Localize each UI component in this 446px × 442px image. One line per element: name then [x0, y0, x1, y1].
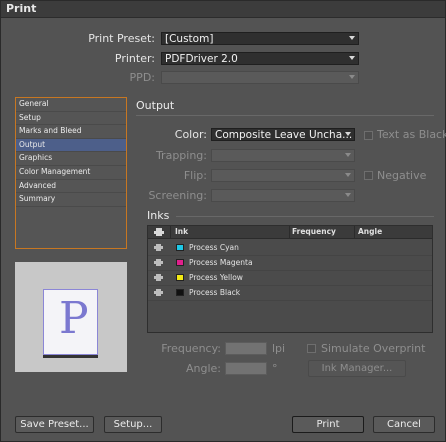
ink-swatch — [176, 259, 184, 266]
column-separator — [289, 226, 290, 238]
negative-checkbox — [364, 171, 373, 180]
chevron-down-icon — [345, 173, 351, 177]
inks-table-header: Ink Frequency Angle — [148, 226, 432, 239]
ink-name: Process Yellow — [189, 273, 243, 282]
frequency-unit: lpi — [272, 342, 286, 355]
screening-dropdown — [211, 189, 355, 202]
ink-name: Process Black — [189, 288, 241, 297]
angle-field — [225, 362, 267, 375]
ppd-label: PPD: — [129, 71, 155, 84]
printer-icon — [154, 244, 163, 251]
save-preset-button[interactable]: Save Preset... — [15, 416, 94, 433]
printer-dropdown[interactable]: PDFDriver 2.0 — [161, 52, 359, 65]
sidebar-item-general[interactable]: General — [16, 98, 126, 112]
print-preset-value: [Custom] — [165, 33, 214, 45]
print-dialog: Print Print Preset: [Custom] Printer: PD… — [0, 0, 446, 442]
frequency-column-header: Frequency — [292, 227, 336, 236]
inks-heading: Inks — [147, 209, 170, 222]
chevron-down-icon — [349, 36, 355, 40]
setup-button[interactable]: Setup... — [104, 416, 162, 433]
ink-swatch — [176, 274, 184, 281]
print-preset-label: Print Preset: — [88, 32, 155, 45]
print-button[interactable]: Print — [292, 416, 364, 433]
chevron-down-icon — [345, 132, 351, 136]
table-row[interactable]: Process Black — [148, 285, 432, 301]
column-separator — [170, 226, 171, 238]
sidebar-item-advanced[interactable]: Advanced — [16, 180, 126, 194]
ink-name: Process Cyan — [189, 243, 239, 252]
simulate-overprint-label: Simulate Overprint — [321, 342, 426, 355]
title-bar[interactable]: Print — [1, 1, 445, 18]
cancel-button[interactable]: Cancel — [373, 416, 435, 433]
sidebar-item-summary[interactable]: Summary — [16, 193, 126, 207]
screening-label: Screening: — [148, 189, 207, 202]
sidebar-item-setup[interactable]: Setup — [16, 112, 126, 126]
ink-column-header: Ink — [175, 227, 189, 236]
frequency-label: Frequency: — [161, 342, 221, 355]
ink-swatch — [176, 289, 184, 296]
category-list: General Setup Marks and Bleed Output Gra… — [15, 97, 127, 249]
printer-label: Printer: — [114, 52, 155, 65]
table-row[interactable]: Process Cyan — [148, 240, 432, 256]
chevron-down-icon — [345, 153, 351, 157]
printer-icon — [154, 259, 163, 266]
table-row[interactable]: Process Yellow — [148, 270, 432, 286]
preview-page-shadow — [43, 355, 98, 358]
inks-table: Ink Frequency Angle Process Cyan Process… — [147, 225, 433, 333]
sidebar-item-output[interactable]: Output — [16, 138, 126, 153]
angle-label: Angle: — [185, 362, 221, 375]
chevron-down-icon — [349, 75, 355, 79]
chevron-down-icon — [349, 56, 355, 60]
angle-unit: ° — [272, 362, 278, 375]
output-divider — [136, 115, 434, 116]
sidebar-item-marks-and-bleed[interactable]: Marks and Bleed — [16, 125, 126, 139]
inks-divider — [176, 216, 434, 217]
color-dropdown[interactable]: Composite Leave Uncha... — [211, 128, 355, 141]
preview-page: P — [43, 289, 98, 355]
window-title: Print — [6, 2, 37, 15]
print-preset-dropdown[interactable]: [Custom] — [161, 32, 359, 45]
angle-column-header: Angle — [358, 227, 383, 236]
text-as-black-checkbox — [364, 131, 373, 140]
printer-value: PDFDriver 2.0 — [165, 53, 238, 65]
page-preview: P — [15, 262, 127, 372]
sidebar-item-graphics[interactable]: Graphics — [16, 152, 126, 166]
table-row[interactable]: Process Magenta — [148, 255, 432, 271]
text-as-black-label: Text as Black — [377, 128, 446, 141]
output-heading: Output — [136, 99, 175, 112]
ink-swatch — [176, 244, 184, 251]
chevron-down-icon — [345, 193, 351, 197]
color-value: Composite Leave Uncha... — [215, 129, 353, 141]
trapping-label: Trapping: — [155, 149, 207, 162]
color-label: Color: — [174, 128, 207, 141]
negative-label: Negative — [377, 169, 427, 182]
ink-manager-button: Ink Manager... — [308, 360, 406, 377]
sidebar-item-color-management[interactable]: Color Management — [16, 166, 126, 180]
simulate-overprint-checkbox — [307, 344, 316, 353]
frequency-field — [225, 342, 267, 355]
trapping-dropdown — [211, 149, 355, 162]
ink-name: Process Magenta — [189, 258, 253, 267]
printer-icon — [154, 274, 163, 281]
printer-icon — [154, 228, 164, 236]
column-separator — [354, 226, 355, 238]
ppd-dropdown — [161, 71, 359, 84]
flip-dropdown — [211, 169, 355, 182]
preview-letter: P — [59, 293, 89, 344]
printer-icon — [154, 289, 163, 296]
flip-label: Flip: — [183, 169, 207, 182]
